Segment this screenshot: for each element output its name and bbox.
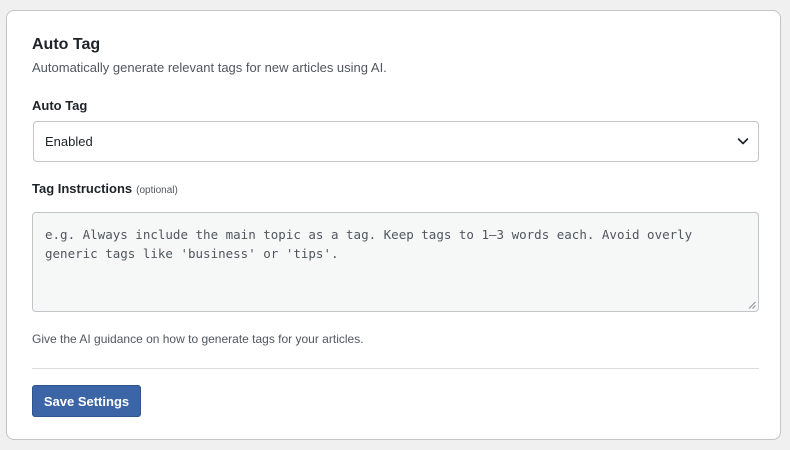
auto-tag-label: Auto Tag xyxy=(32,98,88,113)
auto-tag-select[interactable]: Enabled xyxy=(33,121,759,162)
divider xyxy=(32,368,759,369)
tag-instructions-placeholder: e.g. Always include the main topic as a … xyxy=(45,227,693,261)
resize-handle-icon[interactable] xyxy=(748,301,756,309)
chevron-down-icon xyxy=(737,138,749,145)
tag-instructions-textarea[interactable]: e.g. Always include the main topic as a … xyxy=(32,212,759,312)
optional-hint: (optional) xyxy=(136,185,178,196)
section-title: Auto Tag xyxy=(32,36,101,53)
auto-tag-selected-value: Enabled xyxy=(45,134,93,149)
save-settings-button[interactable]: Save Settings xyxy=(32,385,141,417)
tag-instructions-label-text: Tag Instructions xyxy=(32,181,133,196)
tag-instructions-help: Give the AI guidance on how to generate … xyxy=(32,332,364,346)
tag-instructions-label: Tag Instructions (optional) xyxy=(32,181,178,196)
section-description: Automatically generate relevant tags for… xyxy=(32,60,387,75)
settings-card: Auto Tag Automatically generate relevant… xyxy=(6,10,781,440)
